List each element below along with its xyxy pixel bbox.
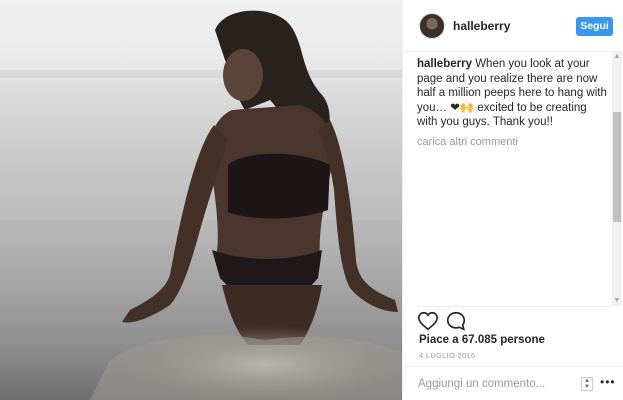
add-comment-bar: ▲▼ ••• bbox=[403, 366, 623, 400]
scroll-thumb[interactable] bbox=[613, 112, 621, 222]
heart-outline-icon[interactable] bbox=[417, 310, 439, 332]
post-details-panel: halleberry Segui halleberry When you loo… bbox=[402, 0, 623, 400]
beach-photo-illustration bbox=[0, 10, 402, 400]
post-date[interactable]: 4 LUGLIO 2016 bbox=[419, 351, 475, 360]
caption-username[interactable]: halleberry bbox=[417, 58, 472, 70]
avatar[interactable] bbox=[419, 13, 445, 39]
post-photo[interactable] bbox=[0, 0, 402, 400]
scroll-up-arrow-icon[interactable]: ▲ bbox=[612, 52, 622, 62]
comment-bubble-icon[interactable] bbox=[445, 310, 467, 332]
comment-input[interactable] bbox=[418, 376, 568, 392]
likes-count[interactable]: Piace a 67.085 persone bbox=[419, 334, 545, 346]
username-link[interactable]: halleberry bbox=[453, 19, 510, 33]
follow-button[interactable]: Segui bbox=[576, 17, 613, 36]
comments-section: halleberry When you look at your page an… bbox=[417, 57, 607, 302]
scroll-down-arrow-icon[interactable]: ▼ bbox=[612, 296, 622, 306]
caption: halleberry When you look at your page an… bbox=[417, 57, 607, 130]
ellipsis-icon[interactable]: ••• bbox=[600, 375, 616, 389]
input-spinner-icon[interactable]: ▲ ▼ bbox=[581, 377, 593, 391]
divider bbox=[417, 306, 612, 307]
comments-scrollbar[interactable]: ▲ ▼ bbox=[612, 52, 622, 306]
instagram-post-modal: halleberry Segui halleberry When you loo… bbox=[0, 0, 623, 400]
load-more-comments-link[interactable]: carica altri commenti bbox=[417, 136, 607, 148]
post-header: halleberry Segui bbox=[403, 0, 623, 52]
